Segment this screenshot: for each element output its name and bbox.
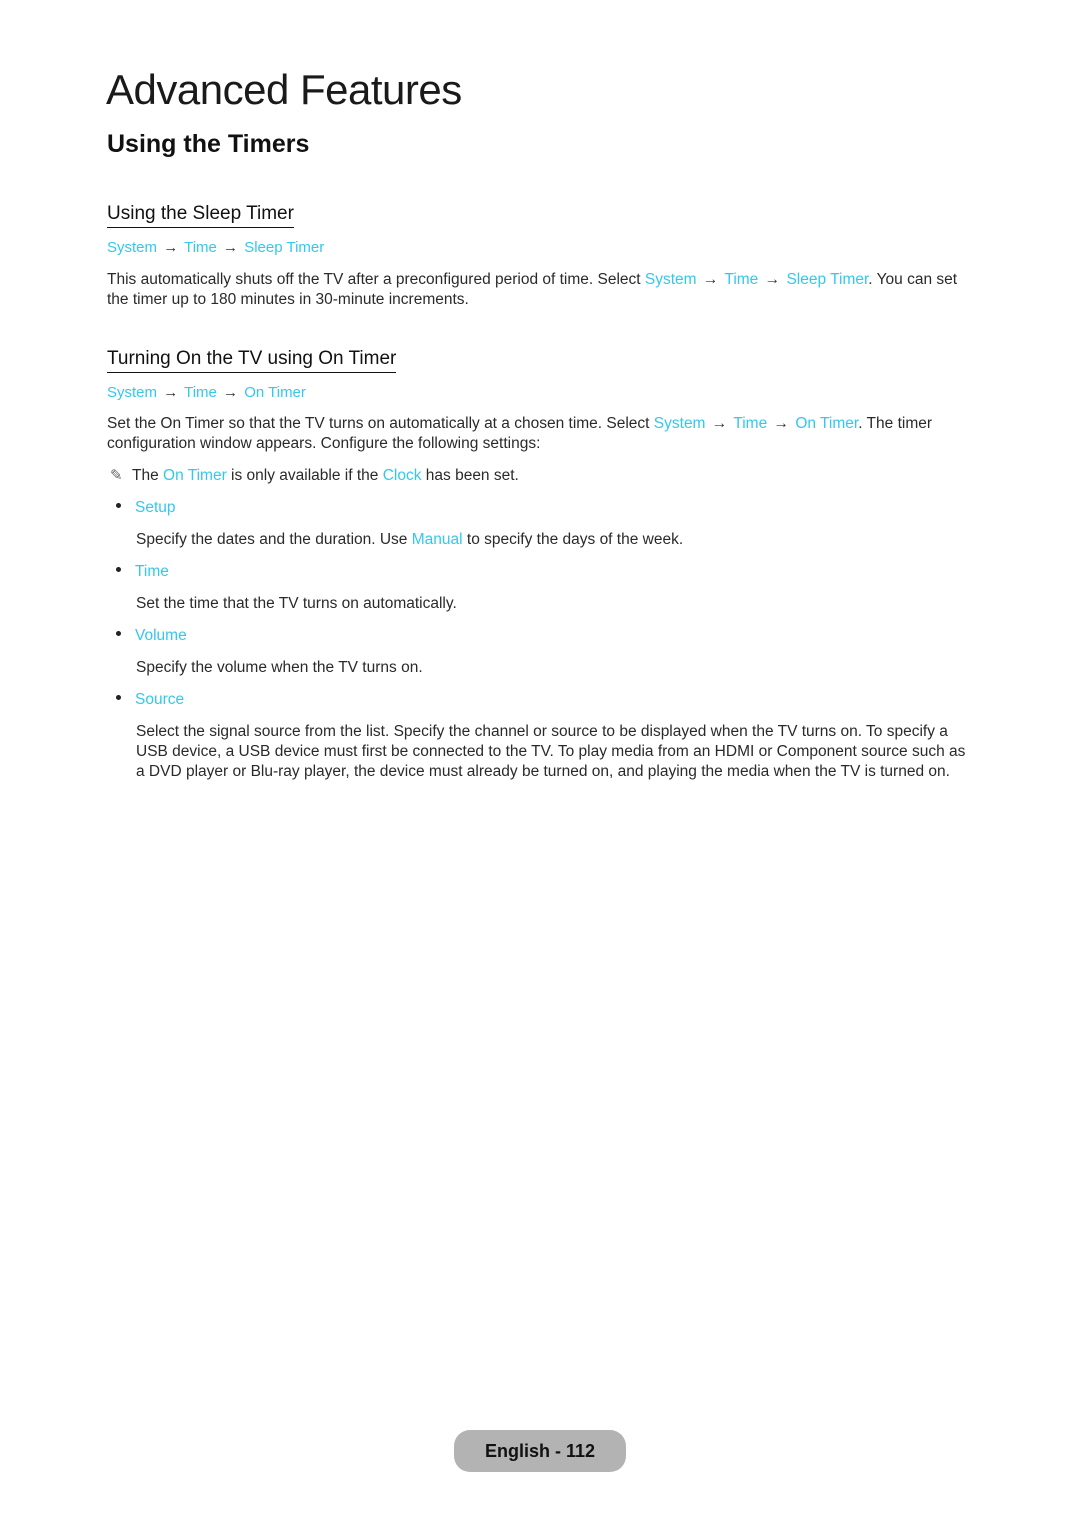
sleep-timer-description: This automatically shuts off the TV afte… [107, 270, 977, 310]
setting-description: Set the time that the TV turns on automa… [136, 595, 457, 612]
note-text: The [132, 467, 164, 484]
setting-item-setup: Setup [116, 498, 176, 518]
menu-path-time[interactable]: Time [184, 384, 217, 401]
bullet-icon [116, 631, 121, 637]
text: Set the On Timer so that the TV turns on… [107, 415, 654, 432]
on-timer-description: Set the On Timer so that the TV turns on… [107, 414, 977, 454]
setting-item-volume: Volume [116, 626, 187, 646]
setting-label[interactable]: Volume [135, 627, 187, 644]
inline-link-on-timer[interactable]: On Timer [795, 415, 858, 432]
arrow-icon: → [773, 415, 790, 432]
menu-path-sleep-timer[interactable]: Sleep Timer [244, 239, 324, 256]
arrow-icon: → [163, 384, 179, 401]
arrow-icon: → [764, 271, 781, 288]
inline-link-time[interactable]: Time [724, 271, 758, 288]
text: Specify the dates and the duration. Use [136, 531, 412, 548]
menu-path-on-timer[interactable]: On Timer [244, 384, 306, 401]
inline-link-time[interactable]: Time [733, 415, 767, 432]
menu-path-system[interactable]: System [107, 384, 157, 401]
note: ✎ The On Timer is only available if the C… [110, 466, 519, 486]
arrow-icon: → [163, 239, 179, 256]
on-timer-menu-path: System → Time → On Timer [107, 383, 306, 403]
setting-label[interactable]: Time [135, 563, 169, 580]
setting-item-time: Time [116, 562, 169, 582]
sleep-timer-menu-path: System → Time → Sleep Timer [107, 238, 324, 258]
menu-path-system[interactable]: System [107, 239, 157, 256]
menu-path-time[interactable]: Time [184, 239, 217, 256]
text: This automatically shuts off the TV afte… [107, 271, 645, 288]
sleep-timer-heading: Using the Sleep Timer [107, 202, 294, 228]
bullet-icon [116, 695, 121, 701]
bullet-icon [116, 503, 121, 509]
setting-description: Select the signal source from the list. … [136, 723, 966, 780]
pencil-note-icon: ✎ [110, 467, 123, 484]
inline-link-sleep-timer[interactable]: Sleep Timer [786, 271, 868, 288]
inline-link-system[interactable]: System [645, 271, 697, 288]
note-link-on-timer[interactable]: On Timer [163, 467, 227, 484]
setting-label[interactable]: Source [135, 691, 184, 708]
setting-description: Specify the volume when the TV turns on. [136, 659, 423, 676]
on-timer-heading: Turning On the TV using On Timer [107, 347, 397, 373]
note-link-clock[interactable]: Clock [383, 467, 422, 484]
setting-description: Specify the dates and the duration. Use … [136, 530, 976, 550]
text: to specify the days of the week. [462, 531, 684, 548]
inline-link-manual[interactable]: Manual [412, 531, 463, 548]
arrow-icon: → [711, 415, 728, 432]
note-text: has been set. [421, 467, 519, 484]
bullet-icon [116, 567, 121, 573]
setting-item-source: Source [116, 690, 184, 710]
page-title: Advanced Features [106, 66, 462, 113]
arrow-icon: → [223, 384, 239, 401]
arrow-icon: → [223, 239, 239, 256]
arrow-icon: → [702, 271, 719, 288]
setting-label[interactable]: Setup [135, 499, 176, 516]
note-text: is only available if the [226, 467, 383, 484]
section-title: Using the Timers [107, 130, 310, 158]
page-number-badge: English - 112 [454, 1430, 626, 1472]
inline-link-system[interactable]: System [654, 415, 706, 432]
